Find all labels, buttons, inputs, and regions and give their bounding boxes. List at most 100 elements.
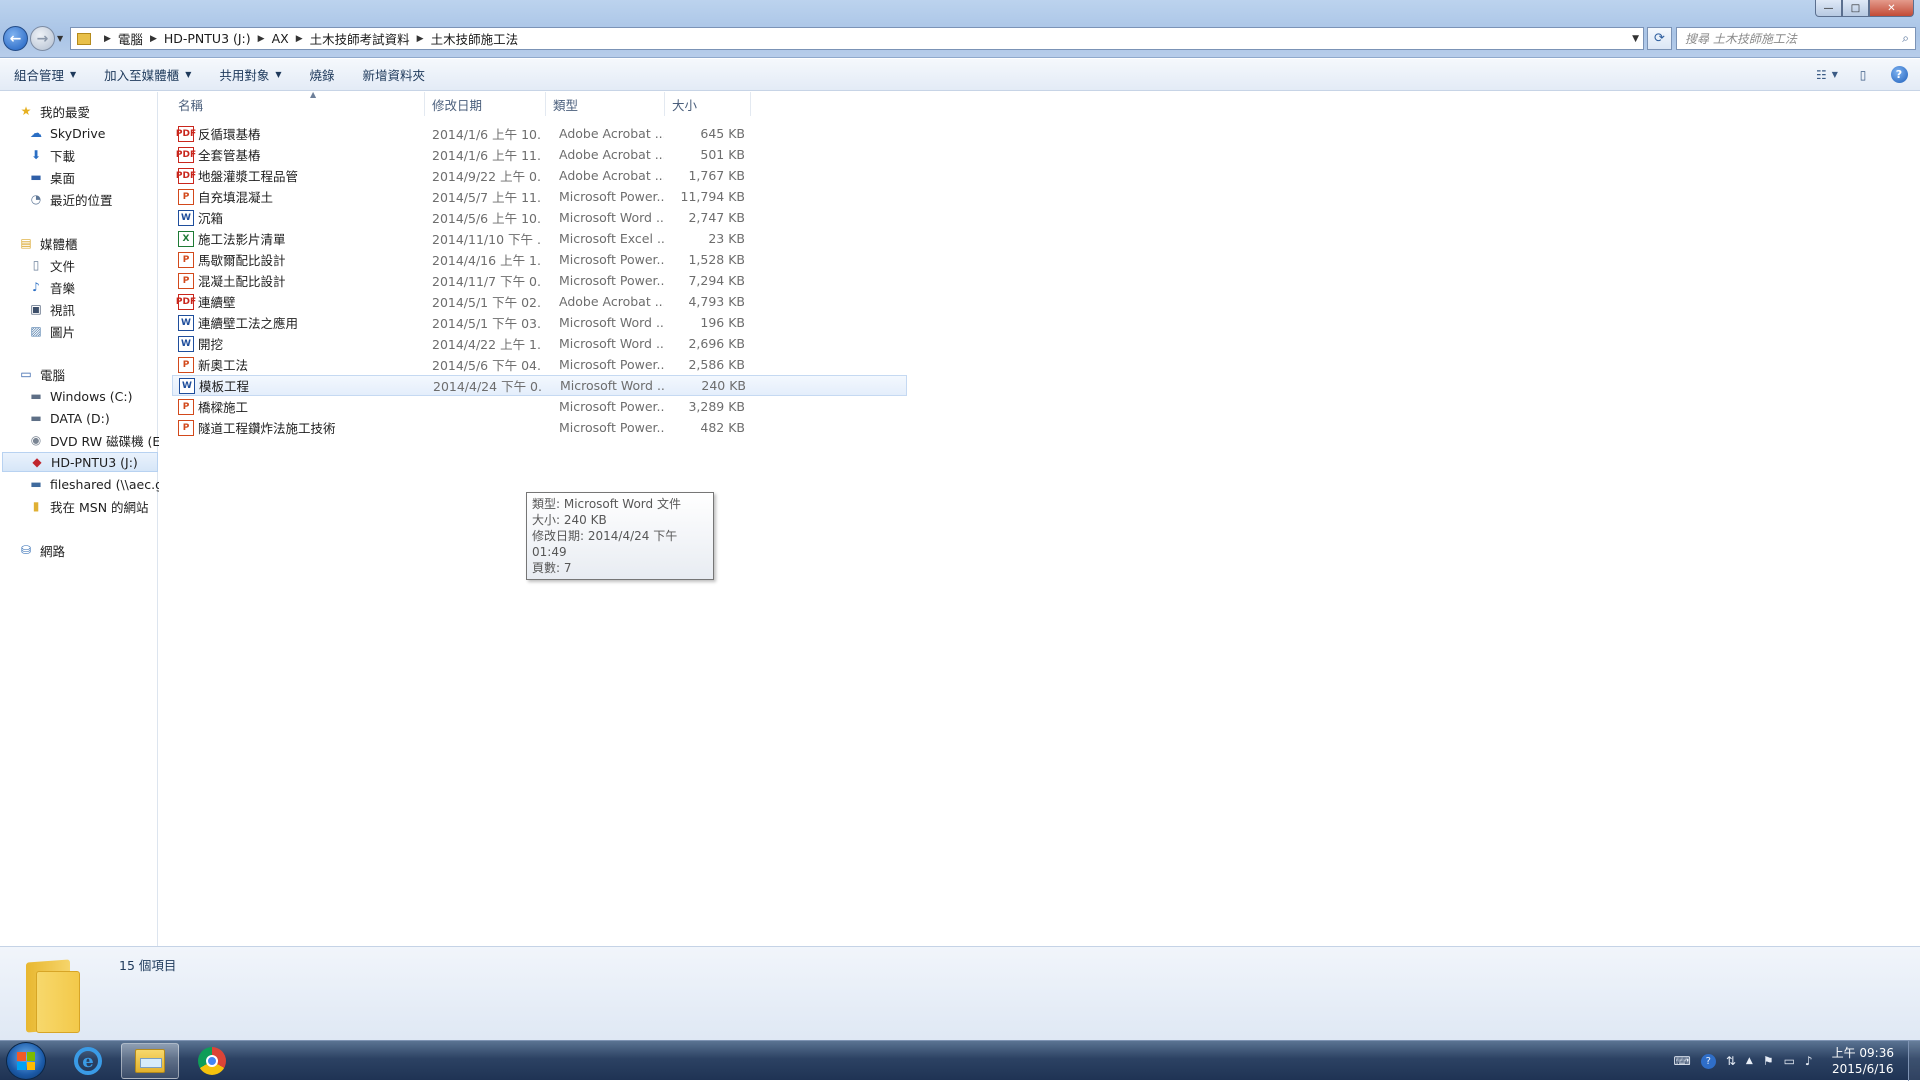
show-hidden-icons-button[interactable]: ▲ xyxy=(1746,1056,1753,1066)
search-input[interactable]: 搜尋 土木技師施工法 ⌕ xyxy=(1676,27,1916,50)
taskbar-internet-explorer[interactable]: e xyxy=(59,1043,117,1079)
sidebar-computer[interactable]: ▭電腦 xyxy=(18,364,174,384)
back-button[interactable]: ← xyxy=(3,26,28,51)
windows-explorer-icon xyxy=(135,1049,165,1073)
organize-button[interactable]: 組合管理▼ xyxy=(0,59,90,90)
volume-icon[interactable]: ♪ xyxy=(1805,1054,1813,1068)
refresh-button[interactable]: ⟳ xyxy=(1647,27,1672,50)
preview-pane-button[interactable]: ▯ xyxy=(1848,64,1878,86)
breadcrumb-construction-methods[interactable]: 土木技師施工法 xyxy=(431,29,519,48)
file-row[interactable]: PDF全套管基樁2014/1/6 上午 11...Adobe Acrobat .… xyxy=(172,144,907,165)
change-view-button[interactable]: ☷▼ xyxy=(1812,64,1842,86)
file-type: Microsoft Word ... xyxy=(559,210,664,225)
breadcrumb-exam-materials[interactable]: 土木技師考試資料 xyxy=(310,29,410,48)
file-modified-date: 2014/11/10 下午 ... xyxy=(432,229,542,248)
file-list: 名稱▲ 修改日期 類型 大小 PDF反循環基樁2014/1/6 上午 10...… xyxy=(159,92,1920,946)
pdf-file-icon: PDF xyxy=(178,126,194,142)
column-header-name[interactable]: 名稱▲ xyxy=(172,92,425,116)
file-row[interactable]: W開挖2014/4/22 上午 1...Microsoft Word ...2,… xyxy=(172,333,907,354)
ppt-file-icon: P xyxy=(178,420,194,436)
file-size: 482 KB xyxy=(667,420,745,435)
help-icon: ? xyxy=(1891,66,1908,83)
forward-button[interactable]: → xyxy=(30,26,55,51)
sidebar-item-label: DVD RW 磁碟機 (E:) xyxy=(50,431,169,450)
sidebar-libraries[interactable]: ▤媒體櫃 xyxy=(18,233,174,253)
file-row[interactable]: PDF連續壁2014/5/1 下午 02...Adobe Acrobat ...… xyxy=(172,291,907,312)
file-name: 隧道工程鑽炸法施工技術 xyxy=(198,418,436,437)
help-button[interactable]: ? xyxy=(1884,64,1914,86)
add-to-library-label: 加入至媒體櫃 xyxy=(104,65,179,84)
action-center-icon[interactable]: ▭ xyxy=(1784,1054,1795,1068)
column-header-type[interactable]: 類型 xyxy=(547,92,665,116)
column-header-size[interactable]: 大小 xyxy=(666,92,751,116)
hard-drive-icon: ▬ xyxy=(28,388,44,404)
share-with-button[interactable]: 共用對象▼ xyxy=(205,59,295,90)
taskbar-windows-explorer[interactable] xyxy=(121,1043,179,1079)
file-row[interactable]: X施工法影片清單2014/11/10 下午 ...Microsoft Excel… xyxy=(172,228,907,249)
file-row[interactable]: P新奧工法2014/5/6 下午 04...Microsoft Power...… xyxy=(172,354,907,375)
file-row[interactable]: PDF反循環基樁2014/1/6 上午 10...Adobe Acrobat .… xyxy=(172,123,907,144)
start-button[interactable] xyxy=(6,1042,46,1080)
file-row[interactable]: PDF地盤灌漿工程品管2014/9/22 上午 0...Adobe Acroba… xyxy=(172,165,907,186)
column-header-date[interactable]: 修改日期 xyxy=(426,92,546,116)
add-to-library-button[interactable]: 加入至媒體櫃 ▼ xyxy=(90,59,205,90)
maximize-button[interactable]: □ xyxy=(1842,0,1869,17)
file-type: Microsoft Word ... xyxy=(559,336,664,351)
breadcrumb-separator-icon[interactable]: ▶ xyxy=(296,34,303,44)
flag-icon[interactable]: ⚑ xyxy=(1763,1054,1774,1068)
breadcrumb-computer[interactable]: 電腦 xyxy=(118,29,143,48)
show-desktop-button[interactable] xyxy=(1908,1041,1920,1081)
breadcrumb-separator-icon[interactable]: ▶ xyxy=(258,34,265,44)
minimize-button[interactable]: — xyxy=(1815,0,1842,17)
close-button[interactable]: ✕ xyxy=(1869,0,1914,17)
sidebar-item-label: 下載 xyxy=(50,146,75,165)
burn-button[interactable]: 燒錄 xyxy=(296,59,349,90)
file-modified-date: 2014/11/7 下午 0... xyxy=(432,271,542,290)
recent-pages-dropdown[interactable]: ▼ xyxy=(57,34,63,43)
breadcrumb-separator-icon[interactable]: ▶ xyxy=(104,34,111,44)
file-modified-date: 2014/1/6 上午 11... xyxy=(432,145,542,164)
sidebar-favorites[interactable]: ★我的最愛 xyxy=(18,101,174,121)
address-bar[interactable]: ▶ 電腦 ▶ HD-PNTU3 (J:) ▶ AX ▶ 土木技師考試資料 ▶ 土… xyxy=(70,27,1644,50)
network-signal-icon[interactable]: ⇅ xyxy=(1726,1054,1736,1068)
help-icon[interactable]: ? xyxy=(1701,1054,1716,1069)
breadcrumb-separator-icon[interactable]: ▶ xyxy=(150,34,157,44)
file-name: 新奧工法 xyxy=(198,355,436,374)
sidebar-item-drive-j[interactable]: ◆HD-PNTU3 (J:) xyxy=(2,452,158,472)
sidebar-item-label: 圖片 xyxy=(50,322,75,341)
file-type: Microsoft Power... xyxy=(559,420,664,435)
file-row[interactable]: P馬歇爾配比設計2014/4/16 上午 1...Microsoft Power… xyxy=(172,249,907,270)
file-row[interactable]: W連續壁工法之應用2014/5/1 下午 03...Microsoft Word… xyxy=(172,312,907,333)
chevron-down-icon: ▼ xyxy=(185,70,191,79)
file-row[interactable]: P自充填混凝土2014/5/7 上午 11...Microsoft Power.… xyxy=(172,186,907,207)
file-type: Microsoft Excel ... xyxy=(559,231,664,246)
file-name: 地盤灌漿工程品管 xyxy=(198,166,436,185)
file-type: Adobe Acrobat ... xyxy=(559,294,664,309)
file-row[interactable]: P隧道工程鑽炸法施工技術 Microsoft Power...482 KB xyxy=(172,417,907,438)
search-icon[interactable]: ⌕ xyxy=(1902,31,1909,46)
star-icon: ★ xyxy=(18,103,34,119)
window-controls: — □ ✕ xyxy=(1815,0,1914,17)
ppt-file-icon: P xyxy=(178,357,194,373)
library-icon: ▤ xyxy=(18,235,34,251)
sidebar-item-label: 音樂 xyxy=(50,278,75,297)
breadcrumb-separator-icon[interactable]: ▶ xyxy=(417,34,424,44)
file-row[interactable]: P橋樑施工Microsoft Power...3,289 KB xyxy=(172,396,907,417)
file-size: 2,747 KB xyxy=(667,210,745,225)
doc-file-icon: W xyxy=(178,315,194,331)
address-dropdown-icon[interactable]: ▼ xyxy=(1632,34,1639,44)
file-row[interactable]: W沉箱2014/5/6 上午 10...Microsoft Word ...2,… xyxy=(172,207,907,228)
file-modified-date: 2014/1/6 上午 10... xyxy=(432,124,542,143)
file-modified-date: 2014/5/1 下午 02... xyxy=(432,292,542,311)
file-row[interactable]: W模板工程2014/4/24 下午 0...Microsoft Word ...… xyxy=(172,375,907,396)
breadcrumb-drive[interactable]: HD-PNTU3 (J:) xyxy=(164,31,251,46)
taskbar-chrome[interactable] xyxy=(183,1043,241,1079)
breadcrumb-ax[interactable]: AX xyxy=(272,31,289,46)
clock[interactable]: 上午 09:36 2015/6/16 xyxy=(1832,1045,1894,1077)
sidebar-network[interactable]: ⛁網路 xyxy=(18,540,174,560)
new-folder-button[interactable]: 新增資料夾 xyxy=(349,59,440,90)
file-size: 23 KB xyxy=(667,231,745,246)
keyboard-icon[interactable]: ⌨ xyxy=(1674,1054,1691,1068)
details-pane: 15 個項目 xyxy=(0,946,1920,1040)
file-row[interactable]: P混凝土配比設計2014/11/7 下午 0...Microsoft Power… xyxy=(172,270,907,291)
